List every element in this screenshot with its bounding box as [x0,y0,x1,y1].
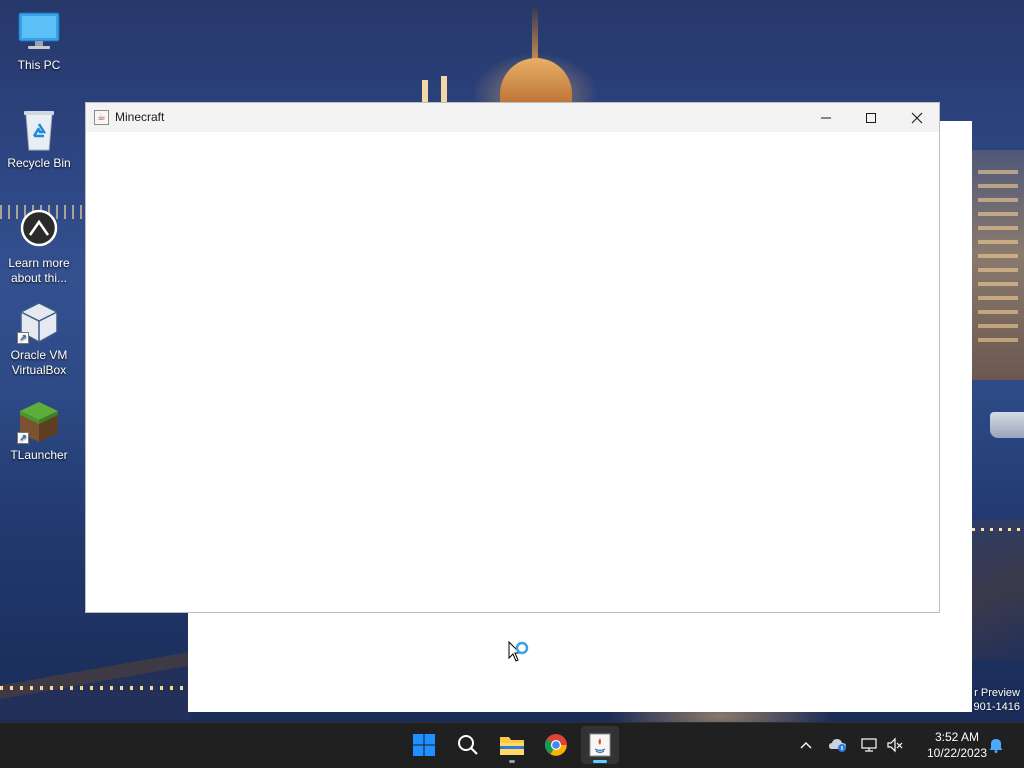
taskbar-chrome[interactable] [537,726,575,764]
virtualbox-icon: ↗ [17,300,61,344]
running-indicator [509,760,515,763]
watermark-line: r Preview [974,687,1020,699]
watermark-line: 901-1416 [973,701,1021,713]
busy-cursor-icon [508,640,534,666]
monitor-icon [17,10,61,54]
close-button[interactable] [894,103,940,132]
search-icon [458,735,478,755]
notification-bell-icon[interactable] [986,735,1006,755]
network-icon[interactable] [859,735,879,755]
taskbar-start-button[interactable] [405,726,443,764]
cloud-icon[interactable] [828,735,848,755]
wallpaper-building [972,150,1024,380]
wallpaper-tower [441,76,447,104]
shortcut-arrow-icon: ↗ [17,432,29,444]
wallpaper-dome [500,58,572,108]
desktop-icon-tlauncher[interactable]: ↗ TLauncher [0,400,78,463]
wallpaper-spire [532,8,538,60]
windows-start-icon [413,734,435,756]
wallpaper-tower [422,80,428,104]
minimize-button[interactable] [803,103,849,132]
recycle-bin-icon [17,108,61,152]
shortcut-arrow-icon: ↗ [17,332,29,344]
desktop-icon-label: Oracle VM VirtualBox [10,348,68,377]
desktop-icon-learn-more[interactable]: Learn more about thi... [0,208,78,286]
wallpaper-bridge [0,640,190,720]
active-indicator [593,760,607,763]
taskbar-java[interactable] [581,726,619,764]
desktop-icon-recycle-bin[interactable]: Recycle Bin [0,108,78,171]
taskbar: 3:52 AM 10/22/2023 [0,722,1024,768]
window-titlebar[interactable]: ☕ Minecraft [86,103,939,132]
desktop-icon-label: Learn more about thi... [8,256,70,285]
desktop-icon-virtualbox[interactable]: ↗ Oracle VM VirtualBox [0,300,78,378]
maximize-icon [866,112,876,123]
minimize-icon [821,117,831,118]
desktop-icon-label: This PC [17,58,61,72]
windows-build-watermark: r Preview 901-1416 [974,686,1021,714]
taskbar-search-button[interactable] [449,726,487,764]
minecraft-grass-block-icon: ↗ [17,400,61,444]
java-icon: ☕ [94,110,109,125]
chevron-up-icon[interactable] [796,735,816,755]
desktop-icon-label: TLauncher [10,448,68,462]
folder-icon [500,737,524,755]
learn-more-icon [17,208,61,252]
taskbar-file-explorer[interactable] [493,726,531,764]
wallpaper-bridge [972,520,1024,660]
wallpaper-boat [990,412,1024,438]
maximize-button[interactable] [848,103,894,132]
desktop-icon-label: Recycle Bin [7,156,71,170]
close-icon [911,112,923,123]
volume-muted-icon[interactable] [885,735,905,755]
window-title: Minecraft [115,110,165,124]
java-icon [589,733,611,757]
chrome-icon [545,734,567,756]
minecraft-window[interactable]: ☕ Minecraft [85,102,940,613]
desktop-icon-this-pc[interactable]: This PC [0,10,78,73]
